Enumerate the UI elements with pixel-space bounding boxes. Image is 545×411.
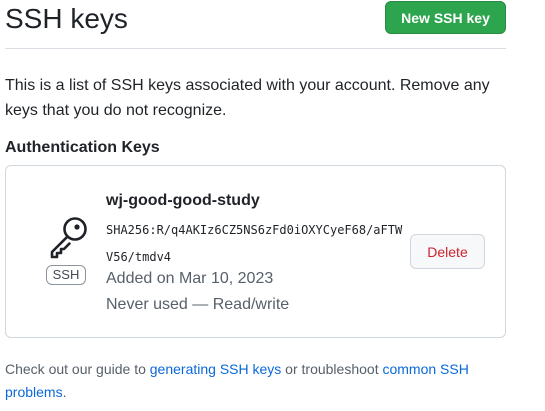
intro-text: This is a list of SSH keys associated wi…: [5, 77, 490, 119]
section-heading-authentication-keys: Authentication Keys: [5, 139, 160, 156]
new-ssh-key-button[interactable]: New SSH key: [385, 1, 506, 34]
key-title: wj-good-good-study: [106, 192, 260, 209]
ssh-type-badge: SSH: [46, 265, 86, 285]
title-divider: [5, 48, 506, 49]
footer-prefix: Check out our guide to: [5, 361, 150, 377]
ssh-key-item: SSH wj-good-good-study SHA256:R/q4AKIz6C…: [5, 165, 506, 338]
footer-middle: or troubleshoot: [281, 361, 383, 377]
key-fingerprint: SHA256:R/q4AKIz6CZ5NS6zFd0iOXYCyeF68/aFT…: [106, 223, 403, 264]
delete-key-button[interactable]: Delete: [410, 234, 485, 269]
key-usage-status: Never used — Read/write: [106, 296, 290, 313]
footer-suffix: .: [62, 384, 67, 400]
key-icon: [46, 216, 90, 260]
key-added-date: Added on Mar 10, 2023: [106, 270, 274, 287]
footer-help-text: Check out our guide to generating SSH ke…: [5, 358, 510, 404]
page-title: SSH keys: [5, 3, 128, 34]
generating-ssh-keys-link[interactable]: generating SSH keys: [150, 361, 282, 377]
